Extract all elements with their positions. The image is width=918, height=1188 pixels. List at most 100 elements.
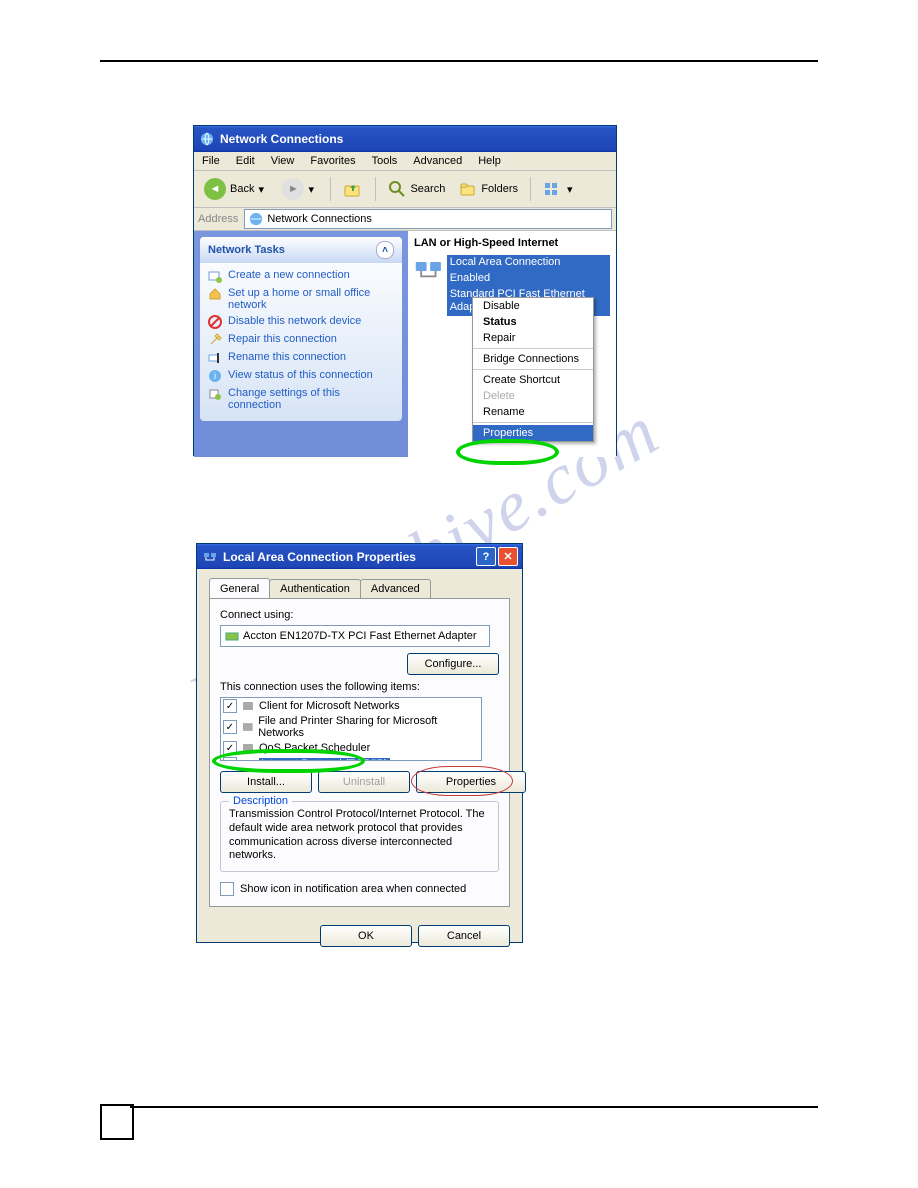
repair-icon <box>208 333 222 347</box>
list-item[interactable]: ✓ File and Printer Sharing for Microsoft… <box>221 714 481 740</box>
item-label: File and Printer Sharing for Microsoft N… <box>258 715 479 739</box>
network-icon <box>249 212 263 226</box>
menu-tools[interactable]: Tools <box>368 154 402 168</box>
show-icon-checkbox[interactable] <box>220 882 234 896</box>
folders-label: Folders <box>481 183 518 195</box>
task-view-status[interactable]: i View status of this connection <box>208 367 394 385</box>
menu-favorites[interactable]: Favorites <box>306 154 359 168</box>
cancel-button[interactable]: Cancel <box>418 925 510 947</box>
task-disable-device[interactable]: Disable this network device <box>208 313 394 331</box>
connection-items-list[interactable]: ✓ Client for Microsoft Networks ✓ File a… <box>220 697 482 761</box>
checkbox-icon[interactable]: ✓ <box>223 720 237 734</box>
description-text: Transmission Control Protocol/Internet P… <box>229 808 490 863</box>
menu-advanced[interactable]: Advanced <box>409 154 466 168</box>
menu-item-rename[interactable]: Rename <box>473 404 593 420</box>
toolbar: ◄ Back ▾ ► ▾ Search Folders ▾ <box>194 171 616 208</box>
help-button[interactable]: ? <box>476 547 496 566</box>
connection-icon <box>203 550 217 564</box>
service-icon <box>241 720 255 734</box>
task-label: Rename this connection <box>228 351 346 365</box>
task-label: Create a new connection <box>228 269 350 283</box>
views-icon <box>543 180 563 198</box>
task-change-settings[interactable]: Change settings of this connection <box>208 385 394 413</box>
chevron-down-icon[interactable]: ▾ <box>258 183 268 196</box>
search-icon <box>388 180 406 198</box>
task-rename-connection[interactable]: Rename this connection <box>208 349 394 367</box>
titlebar[interactable]: Local Area Connection Properties ? ✕ <box>197 544 522 569</box>
folders-icon <box>459 180 477 198</box>
service-icon <box>241 741 255 755</box>
sidebar: Network Tasks ˄ Create a new connection … <box>194 231 408 457</box>
checkbox-icon[interactable]: ✓ <box>223 741 237 755</box>
menu-item-bridge[interactable]: Bridge Connections <box>473 351 593 367</box>
up-button[interactable] <box>337 177 369 201</box>
tab-authentication[interactable]: Authentication <box>269 579 361 598</box>
ok-button[interactable]: OK <box>320 925 412 947</box>
menu-separator <box>473 369 593 370</box>
connection-status: Enabled <box>447 271 610 287</box>
nic-icon <box>225 629 239 643</box>
address-value: Network Connections <box>267 213 372 225</box>
checkbox-icon[interactable]: ✓ <box>223 757 237 761</box>
chevron-down-icon[interactable]: ▾ <box>567 183 577 196</box>
task-repair-connection[interactable]: Repair this connection <box>208 331 394 349</box>
menu-item-create-shortcut[interactable]: Create Shortcut <box>473 372 593 388</box>
main-content[interactable]: LAN or High-Speed Internet Local Area Co… <box>408 231 616 457</box>
task-label: View status of this connection <box>228 369 373 383</box>
search-button[interactable]: Search <box>382 178 451 200</box>
menu-item-repair[interactable]: Repair <box>473 330 593 346</box>
menu-separator <box>473 348 593 349</box>
install-button[interactable]: Install... <box>220 771 312 793</box>
collapse-arrow-icon[interactable]: ˄ <box>376 241 394 259</box>
rename-icon <box>208 351 222 365</box>
menu-separator <box>473 422 593 423</box>
menu-edit[interactable]: Edit <box>232 154 259 168</box>
menu-help[interactable]: Help <box>474 154 505 168</box>
task-setup-network[interactable]: Set up a home or small office network <box>208 285 394 313</box>
items-label: This connection uses the following items… <box>220 681 499 693</box>
connect-using-label: Connect using: <box>220 609 499 621</box>
menu-view[interactable]: View <box>267 154 299 168</box>
network-tasks-header[interactable]: Network Tasks ˄ <box>200 237 402 263</box>
tab-general[interactable]: General <box>209 578 270 598</box>
task-label: Change settings of this connection <box>228 387 394 411</box>
address-label: Address <box>198 213 238 225</box>
status-icon: i <box>208 369 222 383</box>
menu-item-properties[interactable]: Properties <box>473 425 593 441</box>
back-button[interactable]: ◄ Back ▾ <box>198 176 274 202</box>
protocol-icon <box>241 757 255 761</box>
item-label: Client for Microsoft Networks <box>259 700 400 712</box>
home-network-icon <box>208 287 222 301</box>
disable-icon <box>208 315 222 329</box>
toolbar-separator <box>530 177 531 201</box>
properties-button[interactable]: Properties <box>416 771 526 793</box>
menu-item-status[interactable]: Status <box>473 314 593 330</box>
list-item[interactable]: ✓ Client for Microsoft Networks <box>221 698 481 714</box>
titlebar[interactable]: Network Connections <box>194 126 616 152</box>
tab-advanced[interactable]: Advanced <box>360 579 431 598</box>
tab-panel-general: Connect using: Accton EN1207D-TX PCI Fas… <box>209 598 510 907</box>
task-label: Set up a home or small office network <box>228 287 394 311</box>
adapter-field[interactable]: Accton EN1207D-TX PCI Fast Ethernet Adap… <box>220 625 490 647</box>
list-item[interactable]: ✓ QoS Packet Scheduler <box>221 740 481 756</box>
checkbox-icon[interactable]: ✓ <box>223 699 237 713</box>
show-icon-label: Show icon in notification area when conn… <box>240 883 466 895</box>
menu-item-disable[interactable]: Disable <box>473 298 593 314</box>
task-label: Repair this connection <box>228 333 337 347</box>
forward-button[interactable]: ► ▾ <box>276 176 324 202</box>
configure-button[interactable]: Configure... <box>407 653 499 675</box>
menu-file[interactable]: File <box>198 154 224 168</box>
back-label: Back <box>230 183 254 195</box>
chevron-down-icon[interactable]: ▾ <box>308 183 318 196</box>
views-button[interactable]: ▾ <box>537 178 583 200</box>
task-create-connection[interactable]: Create a new connection <box>208 267 394 285</box>
network-connections-window: Network Connections File Edit View Favor… <box>193 125 617 456</box>
client-icon <box>241 699 255 713</box>
close-button[interactable]: ✕ <box>498 547 518 566</box>
toolbar-separator <box>375 177 376 201</box>
settings-icon <box>208 387 222 401</box>
search-label: Search <box>410 183 445 195</box>
list-item-selected[interactable]: ✓ Internet Protocol (TCP/IP) <box>221 756 481 761</box>
address-field[interactable]: Network Connections <box>244 209 612 229</box>
folders-button[interactable]: Folders <box>453 178 524 200</box>
